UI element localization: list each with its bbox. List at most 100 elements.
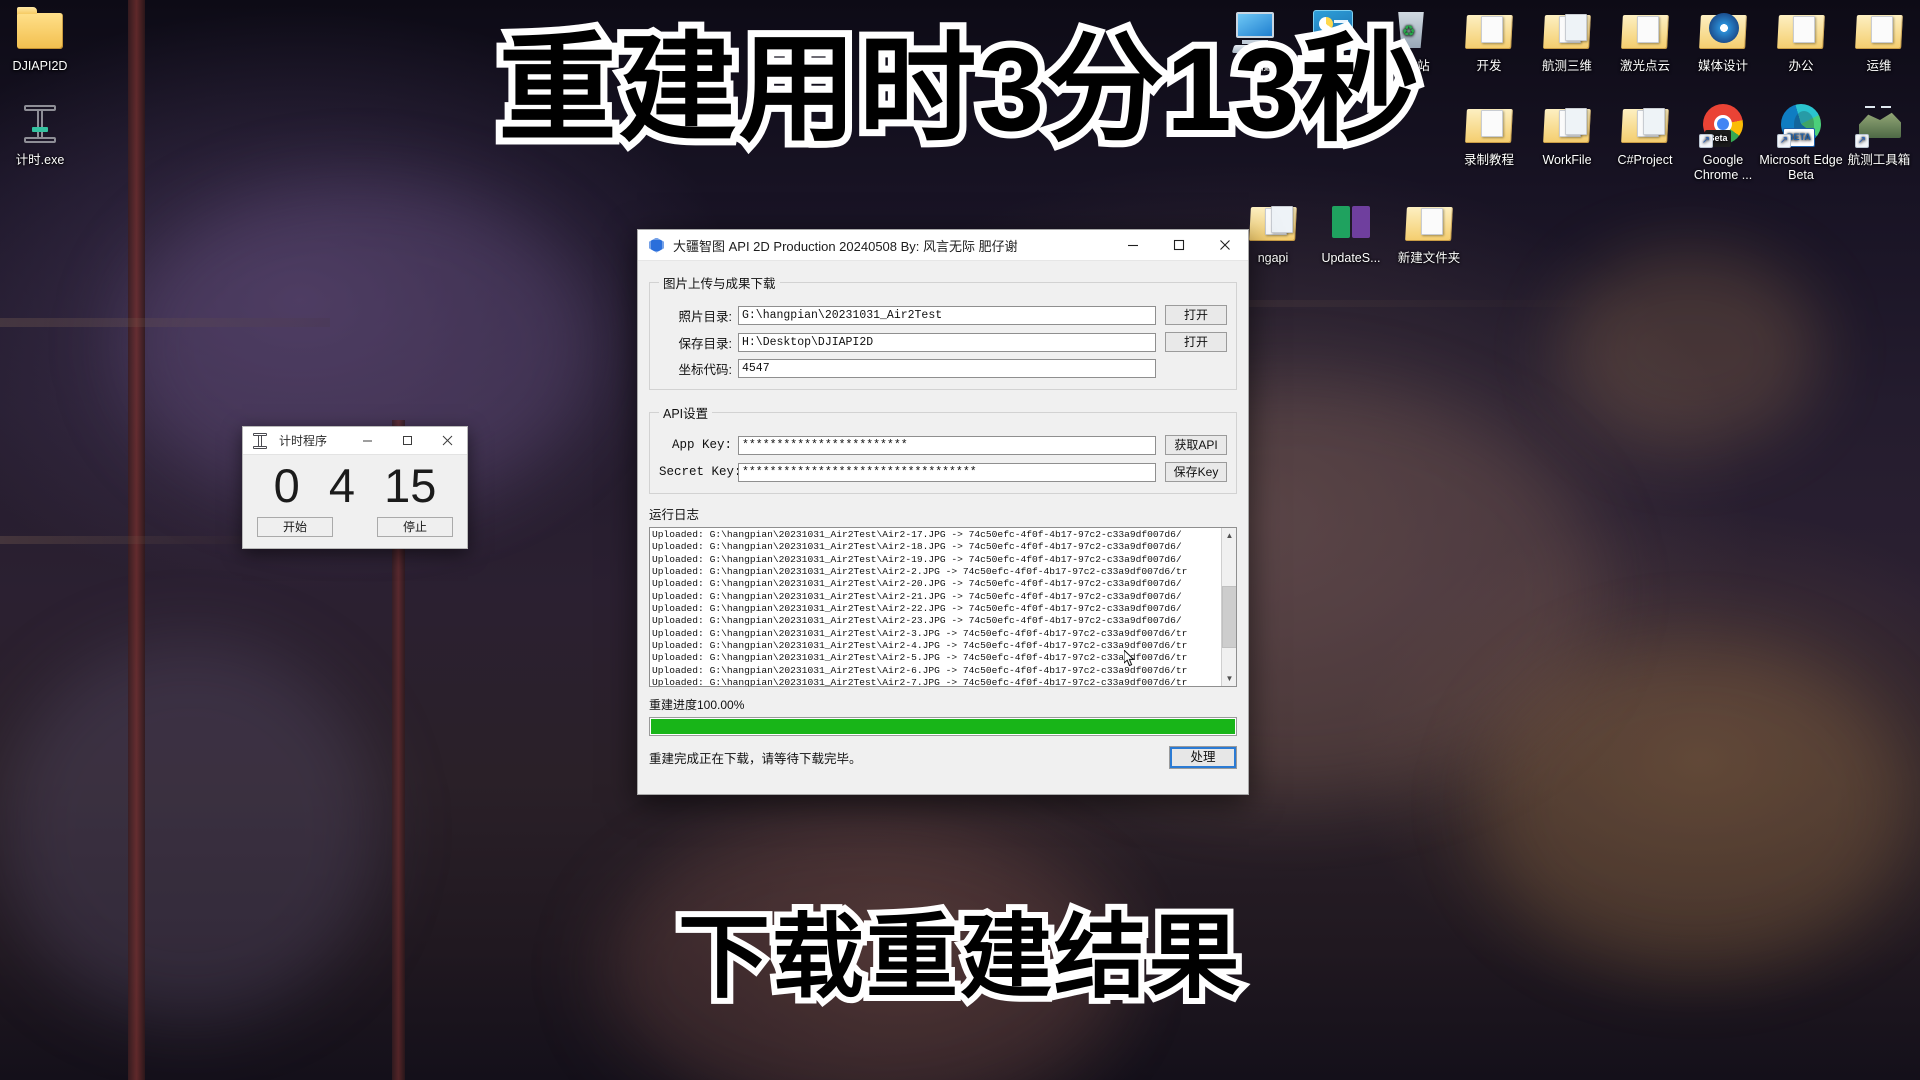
minimize-icon[interactable] [1110,230,1156,261]
start-button[interactable]: 开始 [257,517,333,537]
desktop-icon-workfile[interactable]: WorkFile [1524,100,1610,168]
folder-icon [1621,100,1669,148]
save-key-button[interactable]: 保存Key [1165,462,1227,482]
log-line: Uploaded: G:\hangpian\20231031_Air2Test\… [652,652,1188,664]
app-body: 图片上传与成果下载 照片目录: G:\hangpian\20231031_Air… [638,261,1248,769]
get-api-button[interactable]: 获取API [1165,435,1227,455]
folder-icon [1465,100,1513,148]
timer-window[interactable]: 计时程序 0 4 15 开始 停止 [242,426,468,549]
log-line: Uploaded: G:\hangpian\20231031_Air2Test\… [652,615,1182,627]
desktop-icon-updates[interactable]: UpdateS... [1308,198,1394,266]
upload-group-legend: 图片上传与成果下载 [663,277,776,291]
log-line: Uploaded: G:\hangpian\20231031_Air2Test\… [652,590,1182,602]
timer-window-controls [347,427,467,455]
photo-dir-open-button[interactable]: 打开 [1165,305,1227,325]
scrollbar-thumb[interactable] [1222,586,1236,648]
dji-diamond-icon [649,237,664,253]
stop-button[interactable]: 停止 [377,517,453,537]
bg-glow-4 [600,820,1120,1080]
scroll-down-icon[interactable]: ▼ [1222,671,1236,686]
folder-icon [1465,6,1513,54]
log-line: Uploaded: G:\hangpian\20231031_Air2Test\… [652,627,1188,639]
maximize-icon[interactable] [1156,230,1202,261]
folder-icon [1405,198,1453,246]
desktop-icon-label: 此电脑 [1236,59,1274,73]
app-window-controls [1110,230,1248,261]
hourglass-icon [16,100,64,148]
log-line: Uploaded: G:\hangpian\20231031_Air2Test\… [652,640,1188,652]
save-dir-input[interactable]: H:\Desktop\DJIAPI2D [738,332,1156,352]
save-dir-label: 保存目录: [678,336,732,351]
desktop-icon-media-design[interactable]: 媒体设计 [1680,6,1766,74]
minimize-icon[interactable] [347,427,387,455]
desktop-icon-microsoft-edge-beta[interactable]: BETA ↗ Microsoft Edge Beta [1758,100,1844,183]
desktop-icon-label: C#Project [1617,153,1673,167]
desktop-icon-djiapi2d[interactable]: DJIAPI2D [0,6,83,74]
coord-code-input[interactable]: 4547 [738,359,1156,378]
run-log-group: 运行日志 Uploaded: G:\hangpian\20231031_Air2… [649,504,1237,687]
folder-icon [1777,6,1825,54]
shortcut-arrow-icon: ↗ [1855,134,1869,148]
desktop-icon-aerial-3d[interactable]: 航测三维 [1524,6,1610,74]
close-icon[interactable] [1202,230,1248,261]
timer-titlebar[interactable]: 计时程序 [243,427,467,455]
desktop: DJIAPI2D 计时.exe 此电脑 控制面板 ♻ 回收站 开发 航测三维 激… [0,0,1920,1080]
upload-group: 图片上传与成果下载 照片目录: G:\hangpian\20231031_Air… [649,273,1237,390]
maximize-icon[interactable] [387,427,427,455]
process-button[interactable]: 处理 [1169,746,1237,769]
photo-dir-label: 照片目录: [678,309,732,324]
log-scrollbar[interactable]: ▲ ▼ [1221,528,1236,686]
desktop-icon-label: 录制教程 [1463,153,1514,167]
desktop-icon-label: 计时.exe [15,153,65,167]
save-dir-open-button[interactable]: 打开 [1165,332,1227,352]
shelf-line-2 [0,536,250,544]
desktop-icon-recycle-bin[interactable]: ♻ 回收站 [1368,6,1454,74]
coord-code-label: 坐标代码: [678,363,732,377]
desktop-icon-label: 办公 [1788,59,1814,73]
bg-glow-3 [1480,640,1910,970]
folder-icon [1621,6,1669,54]
hourglass-icon [249,432,273,449]
desktop-icon-label: DJIAPI2D [12,59,68,73]
desktop-icon-new-folder[interactable]: 新建文件夹 [1386,198,1472,266]
desktop-icon-google-chrome-beta[interactable]: Beta ↗ Google Chrome ... [1680,100,1766,183]
desktop-icon-dev[interactable]: 开发 [1446,6,1532,74]
scroll-up-icon[interactable]: ▲ [1222,528,1236,543]
shelf-line-1 [0,318,330,327]
dji-api-2d-window[interactable]: 大疆智图 API 2D Production 20240508 By: 风言无际… [637,229,1249,795]
app-key-input[interactable]: ************************ [738,435,1156,455]
desktop-icon-label: 新建文件夹 [1397,251,1461,265]
folder-icon [16,6,64,54]
bg-glow-5 [0,640,380,1020]
folder-icon [1699,6,1747,54]
photo-dir-input[interactable]: G:\hangpian\20231031_Air2Test [738,305,1156,325]
run-log-lines: Uploaded: G:\hangpian\20231031_Air2Test\… [650,528,1236,686]
desktop-icon-ops[interactable]: 运维 [1836,6,1920,74]
log-line: Uploaded: G:\hangpian\20231031_Air2Test\… [652,677,1188,686]
caption-bottom-overlay: 下载重建结果 [672,901,1246,1015]
desktop-icon-control-panel[interactable]: 控制面板 [1290,6,1376,74]
secret-key-label: Secret Key: [659,465,742,479]
desktop-icon-label: Google Chrome ... [1693,153,1753,182]
run-log-box[interactable]: Uploaded: G:\hangpian\20231031_Air2Test\… [649,527,1237,687]
desktop-icon-label: 回收站 [1392,59,1430,73]
folder-icon [1855,6,1903,54]
app-titlebar[interactable]: 大疆智图 API 2D Production 20240508 By: 风言无际… [638,230,1248,261]
desktop-icon-timer-exe[interactable]: 计时.exe [0,100,83,168]
desktop-icon-office[interactable]: 办公 [1758,6,1844,74]
timer-button-row: 开始 停止 [243,517,467,537]
close-icon[interactable] [427,427,467,455]
progress-label: 重建进度100.00% [649,698,745,712]
monitor-icon [1231,6,1279,54]
desktop-icon-label: UpdateS... [1321,251,1381,265]
coord-code-row: 坐标代码: 4547 [659,359,1227,378]
desktop-icon-recording-tutorial[interactable]: 录制教程 [1446,100,1532,168]
timer-hours: 0 [273,459,300,512]
desktop-icon-laser-pointcloud[interactable]: 激光点云 [1602,6,1688,74]
desktop-icon-aerial-toolbox[interactable]: ↗ 航测工具箱 [1836,100,1920,168]
desktop-icon-this-pc[interactable]: 此电脑 [1212,6,1298,74]
desktop-icon-csharp-project[interactable]: C#Project [1602,100,1688,168]
app-window-title: 大疆智图 API 2D Production 20240508 By: 风言无际… [673,238,1018,254]
secret-key-input[interactable]: ********************************** [738,462,1156,482]
desktop-icon-label: Microsoft Edge Beta [1759,153,1843,182]
